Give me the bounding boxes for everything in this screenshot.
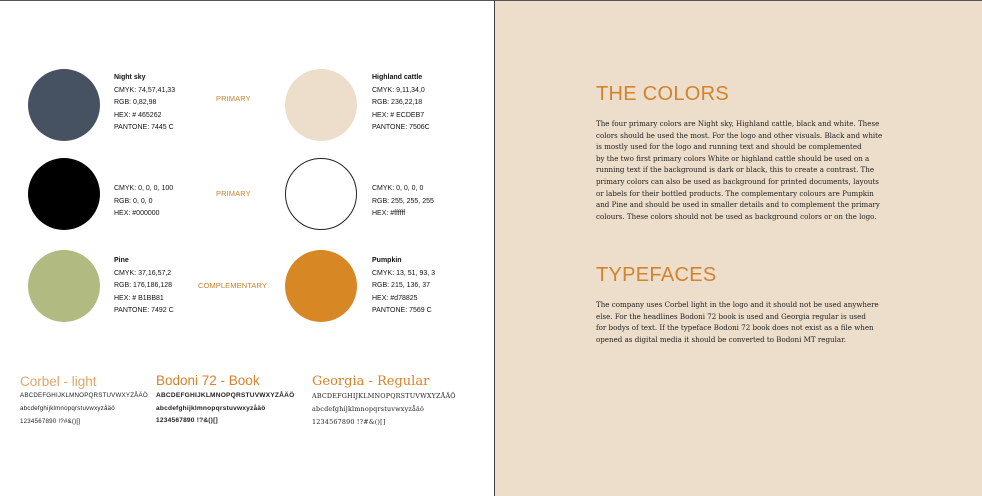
body-line: else. For the headlines Bodoni 72 book i… bbox=[596, 311, 866, 321]
color-hex: HEX: # B1BB81 bbox=[114, 294, 164, 302]
color-hex: HEX: # ECDEB7 bbox=[372, 111, 425, 119]
color-cmyk: CMYK: 0, 0, 0, 0 bbox=[372, 185, 424, 192]
body-line: opened as digital media it should be con… bbox=[596, 334, 846, 344]
color-name: Pine bbox=[114, 257, 129, 264]
body-line: and Pine and should be used in smaller d… bbox=[596, 200, 880, 210]
color-name: Pumpkin bbox=[372, 257, 402, 264]
color-pantone: PANTONE: 7492 C bbox=[114, 307, 174, 314]
swatch-pumpkin bbox=[285, 250, 357, 322]
swatch-night-sky bbox=[28, 69, 100, 141]
color-name: Highland cattle bbox=[372, 74, 423, 81]
typeface-title: Bodoni 72 - Book bbox=[156, 373, 260, 388]
color-cmyk: CMYK: 74,57,41,33 bbox=[114, 86, 176, 94]
color-rgb: RGB: 236,22,18 bbox=[372, 99, 423, 106]
info-black: CMYK: 0, 0, 0, 100 RGB: 0, 0, 0 HEX: #00… bbox=[114, 183, 173, 221]
color-rgb: RGB: 215, 136, 37 bbox=[372, 282, 430, 289]
color-rgb: RGB: 0,82,98 bbox=[114, 99, 157, 106]
typeface-digits: 1234567890 !?&()[] bbox=[156, 417, 218, 424]
typeface-lowercase: abcdefghijklmnopqrstuvwxyzåäö bbox=[20, 405, 115, 412]
typeface-uppercase: ABCDEFGHIJKLMNOPQRSTUVWXYZÅÄÖ bbox=[156, 392, 295, 399]
typefaces-body-text: The company uses Corbel light in the log… bbox=[596, 299, 879, 345]
color-rgb: RGB: 255, 255, 255 bbox=[372, 197, 434, 205]
typeface-digits: 1234567890 !?#&()[] bbox=[312, 418, 386, 426]
color-pantone: PANTONE: 7445 C bbox=[114, 124, 174, 131]
typeface-uppercase: ABCDEFGHIJKLMNOPQRSTUVWXYZÅÄÖ bbox=[20, 392, 148, 399]
typeface-digits: 1234567890 !?#&()[] bbox=[20, 418, 81, 425]
colors-heading: THE COLORS bbox=[596, 83, 730, 105]
color-hex: HEX: #ffffff bbox=[372, 210, 406, 217]
info-white: CMYK: 0, 0, 0, 0 RGB: 255, 255, 255 HEX:… bbox=[372, 183, 434, 221]
swatch-highland-cattle bbox=[285, 69, 357, 141]
swatch-white bbox=[285, 158, 357, 230]
color-cmyk: CMYK: 37,16,57,2 bbox=[114, 269, 172, 277]
color-hex: HEX: # 465262 bbox=[114, 111, 162, 119]
color-pantone: PANTONE: 7506C bbox=[372, 124, 430, 131]
brochure-spread: Night sky CMYK: 74,57,41,33 RGB: 0,82,98… bbox=[0, 0, 982, 496]
primary-tag: PRIMARY bbox=[216, 94, 251, 103]
info-pumpkin: Pumpkin CMYK: 13, 51, 93, 3 RGB: 215, 13… bbox=[372, 255, 435, 318]
color-cmyk: CMYK: 0, 0, 0, 100 bbox=[114, 185, 174, 192]
color-rgb: RGB: 176,186,128 bbox=[114, 282, 172, 289]
info-pine: Pine CMYK: 37,16,57,2 RGB: 176,186,128 H… bbox=[114, 255, 174, 318]
color-cmyk: CMYK: 13, 51, 93, 3 bbox=[372, 269, 436, 277]
typeface-lowercase: abcdefghijklmnopqrstuvwxyzåäö bbox=[156, 405, 266, 412]
color-hex: HEX: #000000 bbox=[114, 210, 160, 217]
typeface-uppercase: ABCDEFGHIJKLMNOPQRSTUVWXYZÅÄÖ bbox=[312, 392, 456, 400]
color-pantone: PANTONE: 7569 C bbox=[372, 307, 432, 314]
complementary-tag: COMPLEMENTARY bbox=[198, 281, 267, 290]
body-line: primary colors can also be used as backg… bbox=[596, 176, 879, 186]
color-cmyk: CMYK: 9,11,34,0 bbox=[372, 86, 425, 94]
body-line: The four primary colors are Night sky, H… bbox=[596, 119, 880, 128]
colors-body-text: The four primary colors are Night sky, H… bbox=[596, 118, 882, 222]
swatch-pine bbox=[28, 250, 100, 322]
info-highland-cattle: Highland cattle CMYK: 9,11,34,0 RGB: 236… bbox=[372, 72, 430, 135]
body-line: for bodys of text. If the typeface Bodon… bbox=[596, 323, 874, 333]
color-hex: HEX: #d78825 bbox=[372, 294, 418, 302]
body-line: The company uses Corbel light in the log… bbox=[596, 300, 879, 309]
body-line: colours. These colors should not be used… bbox=[596, 211, 877, 221]
color-name: Night sky bbox=[114, 74, 146, 81]
body-line: or labels for their bottled products. Th… bbox=[596, 188, 874, 198]
left-page: Night sky CMYK: 74,57,41,33 RGB: 0,82,98… bbox=[0, 1, 494, 496]
body-line: by the two first primary colors White or… bbox=[596, 153, 870, 163]
typeface-title: Georgia - Regular bbox=[312, 374, 430, 389]
body-line: colors should be used the most. For the … bbox=[596, 130, 883, 140]
swatch-black bbox=[28, 158, 100, 230]
right-page: THE COLORS The four primary colors are N… bbox=[495, 1, 982, 496]
typeface-title: Corbel - light bbox=[20, 374, 97, 389]
typeface-lowercase: abcdefghijklmnopqrstuvwxyzåäö bbox=[312, 405, 425, 413]
body-line: running text if the background is dark o… bbox=[596, 165, 875, 175]
color-rgb: RGB: 0, 0, 0 bbox=[114, 197, 153, 205]
typefaces-heading: TYPEFACES bbox=[596, 264, 717, 286]
info-night-sky: Night sky CMYK: 74,57,41,33 RGB: 0,82,98… bbox=[114, 72, 175, 135]
primary-tag: PRIMARY bbox=[216, 189, 251, 198]
body-line: is mostly used for the logo and running … bbox=[596, 142, 862, 152]
